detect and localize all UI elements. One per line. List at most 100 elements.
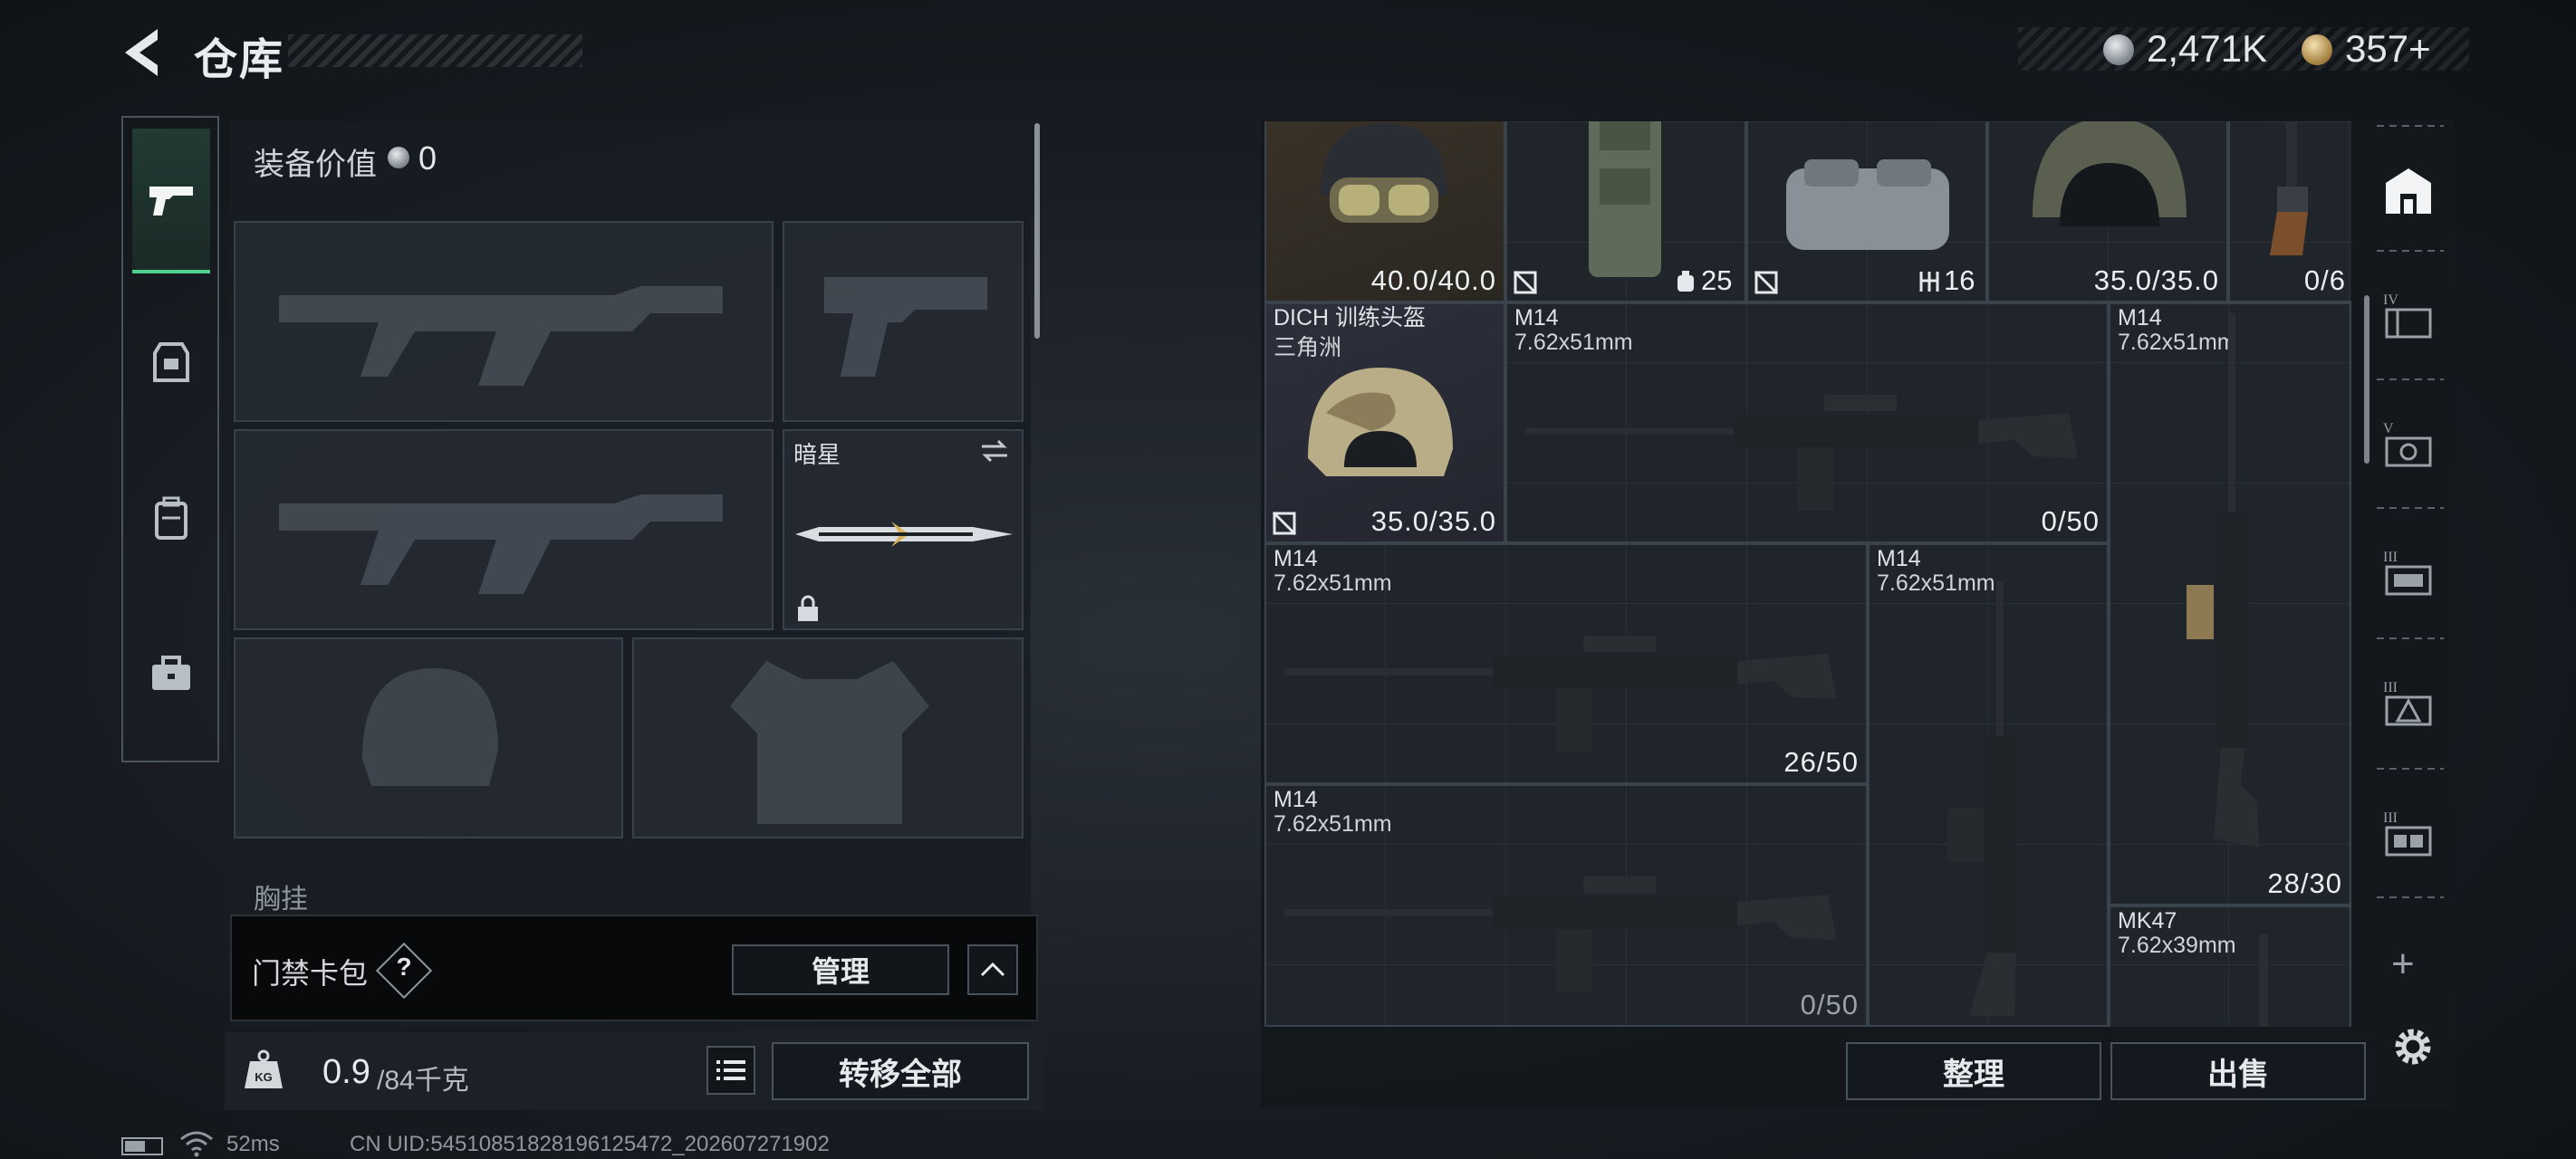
- briefcase-icon: [152, 656, 190, 690]
- stash-icon: [2386, 168, 2431, 214]
- lock-icon: [798, 595, 818, 621]
- stash-item-m14-a[interactable]: M14 7.62x51mm 0/50: [1505, 302, 2109, 543]
- silver-coin-icon: [388, 147, 409, 168]
- tab-backpack[interactable]: [132, 445, 210, 590]
- m14-rifle-vertical-icon: [2187, 313, 2259, 848]
- svg-text:III: III: [2383, 680, 2398, 695]
- chest-rig-label: 胸挂: [254, 885, 308, 915]
- stash-scrollbar[interactable]: [2364, 295, 2369, 464]
- manage-button[interactable]: 管理: [732, 944, 949, 995]
- item-durability: 40.0/40.0: [1370, 264, 1496, 296]
- container-icon: III: [2383, 550, 2432, 596]
- sell-button[interactable]: 出售: [2110, 1042, 2366, 1100]
- tab-stash-iii-b[interactable]: III: [2377, 657, 2440, 748]
- tab-divider: [2377, 507, 2444, 509]
- uid-text: CN UID:545108518281961254​72_20260727190…: [350, 1132, 830, 1156]
- body-armor-slot[interactable]: [632, 637, 1024, 838]
- svg-text:IV: IV: [2383, 292, 2398, 308]
- tab-stash-iv[interactable]: IV: [2377, 270, 2440, 360]
- access-card-label: 门禁卡包: [252, 957, 369, 990]
- rifle-silhouette-icon: [279, 494, 723, 594]
- list-view-button[interactable]: [706, 1046, 755, 1095]
- stash-item-m14-c[interactable]: M14 7.62x51mm 26/50: [1264, 543, 1868, 784]
- weight-icon: KG: [245, 1049, 283, 1088]
- item-ammo: 0/50: [1800, 989, 1859, 1020]
- equipment-value-label: 装备价值: [254, 148, 377, 182]
- stash-item-mk47[interactable]: MK47 7.62x39mm: [2109, 905, 2351, 1027]
- item-name: M14: [1877, 546, 1921, 571]
- gold-amount[interactable]: 357+: [2345, 27, 2431, 71]
- swap-icon[interactable]: [978, 438, 1011, 464]
- svg-text:III: III: [2383, 550, 2398, 565]
- knife-icon: [795, 522, 1013, 547]
- primary-weapon-slot[interactable]: [234, 221, 774, 422]
- back-button[interactable]: [118, 25, 168, 80]
- container-icon: III: [2383, 680, 2432, 726]
- svg-text:V: V: [2383, 421, 2394, 436]
- tab-divider: [2377, 378, 2444, 380]
- stash-item-m14-b[interactable]: M14 7.62x51mm 28/30: [2109, 302, 2351, 905]
- melee-name: 暗星: [793, 441, 841, 468]
- m14-rifle-vertical-icon: [1947, 581, 2016, 1016]
- tab-divider: [2377, 250, 2444, 252]
- svg-text:KG: KG: [255, 1070, 273, 1084]
- tab-stash-main[interactable]: [2377, 145, 2440, 235]
- gold-coin-icon: [2302, 34, 2332, 65]
- tab-divider: [2377, 125, 2444, 127]
- tab-firearms[interactable]: [132, 129, 210, 273]
- tab-armor[interactable]: [132, 290, 210, 435]
- stash-item-revolver[interactable]: 0/6: [2228, 121, 2351, 302]
- helmet-icon: [2033, 121, 2187, 226]
- secondary-weapon-slot[interactable]: [234, 429, 774, 630]
- revolver-icon: [2270, 121, 2308, 255]
- stash-item-helmet-goggles[interactable]: 40.0/40.0: [1264, 121, 1505, 302]
- equipment-scrollbar[interactable]: [1034, 123, 1040, 339]
- chevron-up-icon: [980, 962, 1005, 977]
- add-stash-button[interactable]: +: [2391, 942, 2415, 987]
- stash-item-dich-helmet[interactable]: DICH 训练头盔 三角洲 35.0/35.0: [1264, 302, 1505, 543]
- stash-item-m14-d[interactable]: M14 7.62x51mm: [1868, 543, 2109, 1027]
- backpack-icon: [155, 496, 187, 540]
- training-helmet-icon: [1308, 368, 1453, 476]
- armor-icon: [153, 342, 189, 382]
- item-name: DICH 训练头盔: [1274, 305, 1427, 330]
- wifi-icon: [180, 1131, 213, 1157]
- back-arrow-icon: [125, 29, 158, 76]
- item-name: MK47: [2118, 908, 2177, 934]
- gear-icon[interactable]: [2388, 1021, 2438, 1072]
- armor-silhouette-icon: [730, 661, 929, 824]
- melee-slot[interactable]: 暗星: [783, 429, 1024, 630]
- item-name: M14: [1514, 305, 1559, 330]
- category-tabs: [121, 116, 219, 762]
- tab-stash-v[interactable]: V: [2377, 398, 2440, 489]
- item-ammo: 0/50: [2041, 505, 2100, 537]
- item-durability: 35.0/35.0: [2093, 264, 2219, 296]
- duffel-bag-icon: [1786, 159, 1949, 250]
- sort-button[interactable]: 整理: [1846, 1042, 2101, 1100]
- helmet-goggles-icon: [1321, 123, 1447, 223]
- item-durability: 35.0/35.0: [1370, 505, 1496, 537]
- item-ammo: 28/30: [2267, 867, 2342, 899]
- stash-item-m14-e[interactable]: M14 7.62x51mm 0/50: [1264, 784, 1868, 1027]
- weight-capacity: /84千克: [377, 1066, 469, 1096]
- stash-item-bag[interactable]: 16: [1746, 121, 1987, 302]
- sidearm-slot[interactable]: [783, 221, 1024, 422]
- item-capacity: 25: [1701, 264, 1733, 296]
- item-caliber: 7.62x39mm: [2118, 933, 2236, 958]
- tab-stash-iii-c[interactable]: III: [2377, 788, 2440, 878]
- transfer-all-button[interactable]: 转移全部: [772, 1042, 1029, 1100]
- collapse-button[interactable]: [967, 944, 1018, 995]
- tab-briefcase[interactable]: [132, 601, 210, 746]
- tab-stash-iii-a[interactable]: III: [2377, 527, 2440, 618]
- m14-rifle-icon: [1525, 395, 2078, 511]
- vest-icon: [1589, 121, 1661, 277]
- m14-rifle-icon: [1284, 876, 1837, 992]
- tab-divider: [2377, 768, 2444, 770]
- stash-item-helmet-2[interactable]: 35.0/35.0: [1987, 121, 2228, 302]
- svg-text:III: III: [2383, 810, 2398, 826]
- helmet-slot[interactable]: [234, 637, 623, 838]
- rifle-silhouette-icon: [279, 286, 723, 386]
- stash-item-vest[interactable]: 25: [1505, 121, 1746, 302]
- pistol-silhouette-icon: [824, 277, 987, 377]
- container-icon: V: [2383, 421, 2432, 467]
